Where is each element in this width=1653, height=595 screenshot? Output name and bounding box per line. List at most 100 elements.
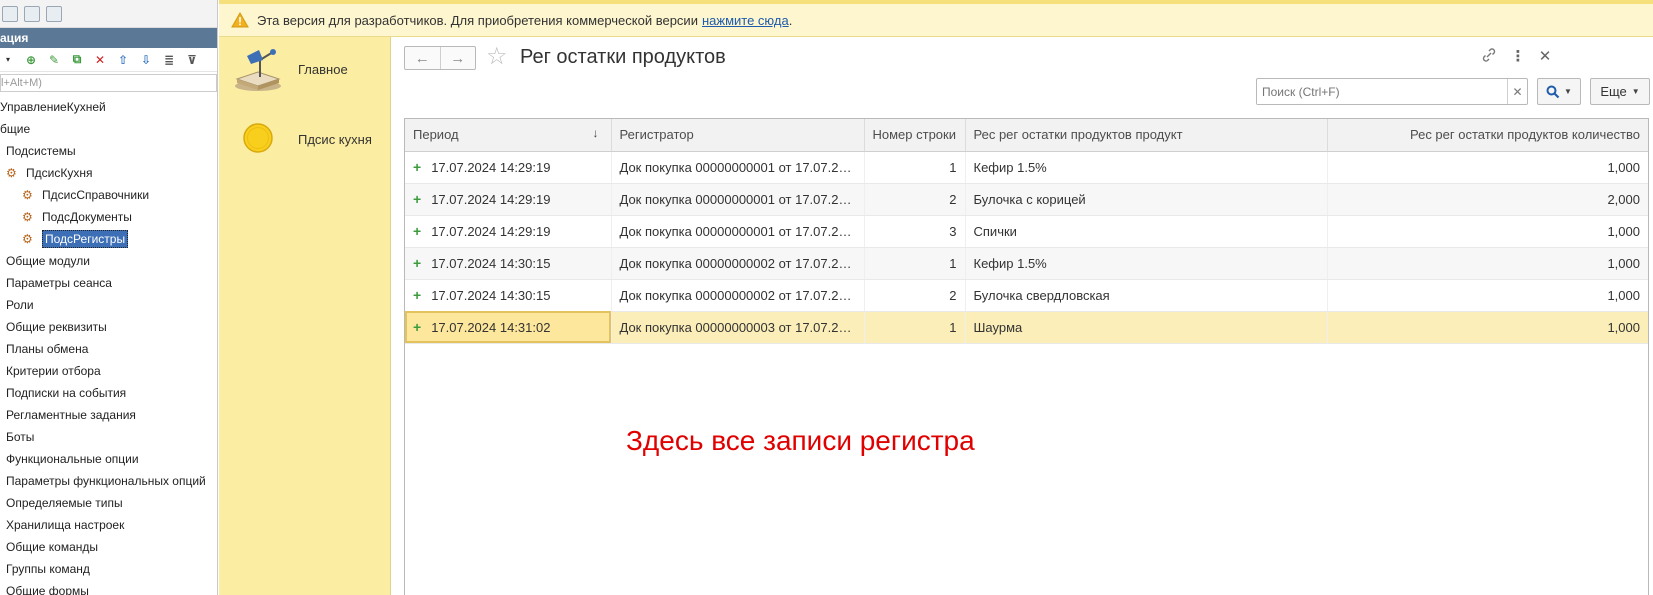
filter-icon[interactable]: ⊽ bbox=[184, 52, 200, 68]
cell-quantity[interactable]: 1,000 bbox=[1327, 215, 1648, 248]
cell-registrar[interactable]: Док покупка 00000000003 от 17.07.2024 14… bbox=[611, 311, 865, 344]
section-main[interactable]: Главное bbox=[219, 39, 391, 99]
copy-icon[interactable]: ⧉ bbox=[69, 52, 85, 68]
tree-item[interactable]: Подписки на события bbox=[0, 382, 217, 404]
form-title: Рег остатки продуктов bbox=[520, 46, 726, 68]
more-vertical-icon[interactable]: ⋮ bbox=[1509, 47, 1527, 65]
tree-item[interactable]: Общие команды bbox=[0, 536, 217, 558]
move-down-icon[interactable]: ⇩ bbox=[138, 52, 154, 68]
tree-item[interactable]: ⚙ ПодсДокументы bbox=[0, 206, 217, 228]
tree-item[interactable]: Параметры функциональных опций bbox=[0, 470, 217, 492]
buy-license-link[interactable]: нажмите сюда bbox=[702, 13, 789, 28]
tree-item-label: Хранилища настроек bbox=[6, 518, 125, 532]
search-input[interactable] bbox=[1257, 79, 1507, 104]
tree-item-label: Планы обмена bbox=[6, 342, 89, 356]
tree-item[interactable]: УправлениеКухней bbox=[0, 96, 217, 118]
tree-item[interactable]: ⚙ ПодсРегистры bbox=[0, 228, 217, 250]
cell-product[interactable]: Булочка с корицей bbox=[965, 183, 1328, 216]
cell-product[interactable]: Шаурма bbox=[965, 311, 1328, 344]
cell-registrar[interactable]: Док покупка 00000000002 от 17.07.2024 14… bbox=[611, 247, 865, 280]
cell-period[interactable]: +17.07.2024 14:29:19 bbox=[405, 151, 612, 184]
tree-item[interactable]: Хранилища настроек bbox=[0, 514, 217, 536]
tree-item[interactable]: Общие модули bbox=[0, 250, 217, 272]
receipt-plus-icon: + bbox=[413, 319, 422, 335]
tree-item[interactable]: ⚙ ПдсисКухня bbox=[0, 162, 217, 184]
tree-item[interactable]: Критерии отбора bbox=[0, 360, 217, 382]
tree-item[interactable]: Боты bbox=[0, 426, 217, 448]
cell-product-value: Спички bbox=[973, 223, 1017, 239]
tree-search-input[interactable]: l+Alt+M) bbox=[0, 74, 217, 92]
cell-line-number-value: 2 bbox=[949, 287, 957, 303]
tree-item[interactable]: Определяемые типы bbox=[0, 492, 217, 514]
add-icon[interactable]: ⊕ bbox=[23, 52, 39, 68]
tree-item-label: Роли bbox=[6, 298, 34, 312]
column-quantity[interactable]: Рес рег остатки продуктов количество bbox=[1327, 119, 1648, 152]
back-arrow-icon[interactable]: ← bbox=[405, 47, 441, 69]
cell-product[interactable]: Кефир 1.5% bbox=[965, 247, 1328, 280]
tree-item[interactable]: бщие bbox=[0, 118, 217, 140]
tree-item[interactable]: Планы обмена bbox=[0, 338, 217, 360]
column-period[interactable]: Период ↓ bbox=[405, 119, 612, 152]
cell-period[interactable]: +17.07.2024 14:30:15 bbox=[405, 279, 612, 312]
tree-item[interactable]: Регламентные задания bbox=[0, 404, 217, 426]
cell-registrar[interactable]: Док покупка 00000000001 от 17.07.2024 14… bbox=[611, 215, 865, 248]
cell-product[interactable]: Булочка свердловская bbox=[965, 279, 1328, 312]
tree-item[interactable]: Общие реквизиты bbox=[0, 316, 217, 338]
cell-product[interactable]: Спички bbox=[965, 215, 1328, 248]
column-registrar[interactable]: Регистратор bbox=[611, 119, 865, 152]
link-icon[interactable] bbox=[1480, 47, 1498, 67]
warning-text: Эта версия для разработчиков. Для приобр… bbox=[257, 12, 698, 28]
clear-search-icon[interactable]: ✕ bbox=[1507, 79, 1527, 104]
cell-quantity[interactable]: 1,000 bbox=[1327, 279, 1648, 312]
more-label: Еще bbox=[1600, 84, 1627, 99]
cell-registrar[interactable]: Док покупка 00000000002 от 17.07.2024 14… bbox=[611, 279, 865, 312]
column-product[interactable]: Рес рег остатки продуктов продукт bbox=[965, 119, 1328, 152]
cell-line-number[interactable]: 1 bbox=[864, 151, 966, 184]
column-line-number[interactable]: Номер строки bbox=[864, 119, 966, 152]
cell-line-number[interactable]: 3 bbox=[864, 215, 966, 248]
close-icon[interactable]: ✕ bbox=[1536, 47, 1554, 65]
tree-item[interactable]: Группы команд bbox=[0, 558, 217, 580]
move-up-icon[interactable]: ⇧ bbox=[115, 52, 131, 68]
sort-icon[interactable]: ≣ bbox=[161, 52, 177, 68]
cell-period[interactable]: +17.07.2024 14:30:15 bbox=[405, 247, 612, 280]
cell-line-number[interactable]: 1 bbox=[864, 247, 966, 280]
cell-registrar[interactable]: Док покупка 00000000001 от 17.07.2024 14… bbox=[611, 183, 865, 216]
cell-period[interactable]: +17.07.2024 14:29:19 bbox=[405, 215, 612, 248]
dropdown-icon[interactable]: ▾ bbox=[0, 52, 16, 68]
cell-quantity[interactable]: 2,000 bbox=[1327, 183, 1648, 216]
table-row[interactable]: +17.07.2024 14:30:15 Док покупка 00000000… bbox=[405, 279, 1648, 312]
tree-item[interactable]: Общие формы bbox=[0, 580, 217, 595]
section-kitchen[interactable]: Пдсис кухня bbox=[219, 102, 391, 162]
cell-period[interactable]: +17.07.2024 14:31:02 bbox=[405, 311, 612, 344]
table-row[interactable]: +17.07.2024 14:29:19 Док покупка 00000000… bbox=[405, 215, 1648, 248]
more-button[interactable]: Еще ▼ bbox=[1590, 78, 1650, 105]
cell-quantity[interactable]: 1,000 bbox=[1327, 151, 1648, 184]
cell-quantity[interactable]: 1,000 bbox=[1327, 311, 1648, 344]
find-button[interactable]: ▼ bbox=[1537, 78, 1581, 105]
table-row[interactable]: +17.07.2024 14:30:15 Док покупка 00000000… bbox=[405, 247, 1648, 280]
table-icon[interactable] bbox=[24, 5, 40, 22]
table-row[interactable]: +17.07.2024 14:29:19 Док покупка 00000000… bbox=[405, 151, 1648, 184]
table-row[interactable]: +17.07.2024 14:31:02 Док покупка 00000000… bbox=[405, 311, 1648, 344]
tree-item[interactable]: Роли bbox=[0, 294, 217, 316]
delete-icon[interactable]: ✕ bbox=[92, 52, 108, 68]
table-row[interactable]: +17.07.2024 14:29:19 Док покупка 00000000… bbox=[405, 183, 1648, 216]
tree-item[interactable]: Функциональные опции bbox=[0, 448, 217, 470]
cell-product[interactable]: Кефир 1.5% bbox=[965, 151, 1328, 184]
cell-line-number[interactable]: 1 bbox=[864, 311, 966, 344]
cell-quantity[interactable]: 1,000 bbox=[1327, 247, 1648, 280]
tree-item[interactable]: ⚙ ПдсисСправочники bbox=[0, 184, 217, 206]
cell-line-number[interactable]: 2 bbox=[864, 279, 966, 312]
edit-icon[interactable]: ✎ bbox=[46, 52, 62, 68]
cell-registrar[interactable]: Док покупка 00000000001 от 17.07.2024 14… bbox=[611, 151, 865, 184]
cell-line-number[interactable]: 2 bbox=[864, 183, 966, 216]
export-icon[interactable] bbox=[46, 5, 62, 22]
favorite-star-icon[interactable]: ☆ bbox=[486, 45, 508, 69]
database-icon[interactable] bbox=[2, 5, 18, 22]
tree-item[interactable]: Параметры сеанса bbox=[0, 272, 217, 294]
tree-item-label: Общие команды bbox=[6, 540, 99, 554]
cell-period[interactable]: +17.07.2024 14:29:19 bbox=[405, 183, 612, 216]
forward-arrow-icon[interactable]: → bbox=[441, 47, 476, 69]
tree-item[interactable]: Подсистемы bbox=[0, 140, 217, 162]
